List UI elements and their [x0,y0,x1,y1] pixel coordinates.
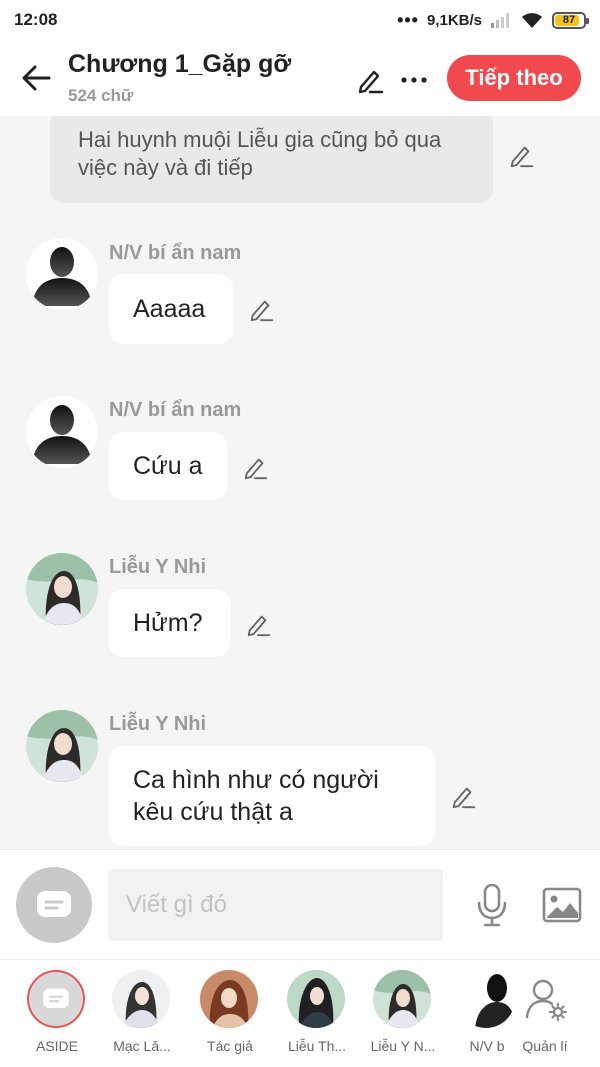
character-author[interactable]: Tác giả [190,970,270,1062]
edit-message-button[interactable] [446,779,480,813]
edit-message-button[interactable] [244,292,278,326]
character-label: Liễu Th... [287,1038,347,1054]
character-label: Liễu Y N... [370,1038,436,1054]
chapter-title: Chương 1_Gặp gỡ [68,50,292,78]
character-lieu-y-nhi[interactable]: Liễu Y N... [363,970,443,1062]
word-count: 524 chữ [68,86,134,105]
message-bubble[interactable]: Ca hình như có người kêu cứu thật a [109,746,435,846]
more-button[interactable] [396,60,432,100]
edit-message-button[interactable] [238,450,272,484]
status-indicators: ••• 9,1KB/s 87 [397,10,589,30]
pencil-icon [358,70,384,94]
insert-image-button[interactable] [540,883,584,927]
chapter-header: Chương 1_Gặp gỡ 524 chữ Tiếp theo [0,40,600,116]
character-lieu-th[interactable]: Liễu Th... [277,970,357,1062]
character-label: Quản lí [522,1038,568,1054]
aside-toggle-button[interactable] [16,867,92,943]
more-notifications-icon: ••• [397,10,419,30]
character-label: Tác giả [207,1038,253,1054]
message-text: Aaaaa [133,294,206,323]
message-text-line: kêu cứu thật a [133,798,293,826]
voice-button[interactable] [470,880,514,930]
portrait-icon [112,970,170,1028]
battery-indicator: 87 [552,11,589,29]
message-text: Cứu a [133,451,203,480]
message-bubble[interactable]: Cứu a [109,432,227,500]
edit-chapter-button[interactable] [350,60,390,100]
aside-avatar [27,970,85,1028]
message-text-line: Ca hình như có người [133,766,379,794]
character-mac-la[interactable]: Mạc Lă... [102,970,182,1062]
chat-bubble-icon [37,891,71,917]
message-bubble[interactable]: Aaaaa [109,274,233,344]
status-time: 12:08 [14,10,58,29]
edit-message-button[interactable] [241,607,275,641]
back-arrow-icon [22,65,51,91]
avatar-lieu-y-nhi[interactable] [26,553,98,625]
message-input[interactable] [108,869,443,941]
manage-avatar [517,970,575,1028]
silhouette-icon [32,247,92,306]
avatar-mystery-man[interactable] [26,238,98,310]
signal-icon [491,13,509,28]
sender-name: N/V bí ẩn nam [109,399,242,421]
sender-name: N/V bí ẩn nam [109,242,242,264]
silhouette-icon [32,405,92,464]
character-avatar [200,970,258,1028]
manage-characters[interactable]: Quản lí [507,970,587,1062]
edit-narration-button[interactable] [504,138,538,172]
character-label: ASIDE [35,1038,78,1054]
portrait-icon [287,970,345,1028]
portrait-icon [373,970,431,1028]
character-bar: ASIDE Mạc Lă... Tác giả Liễu Th... Liễu … [0,959,600,1067]
character-avatar [373,970,431,1028]
composer-bar [0,849,600,959]
avatar-mystery-man[interactable] [26,396,98,468]
message-bubble[interactable]: Hửm? [109,589,230,657]
avatar-lieu-y-nhi[interactable] [26,710,98,782]
microphone-icon [477,883,507,927]
message-text: Hửm? [133,608,203,637]
wifi-icon [522,13,542,28]
more-icon [401,77,427,83]
portrait-icon [26,710,98,782]
user-settings-icon [525,979,568,1022]
character-label: Mạc Lă... [113,1038,171,1054]
pencil-icon [247,615,271,637]
pencil-icon [510,146,534,168]
status-bar: 12:08 ••• 9,1KB/s 87 [0,0,600,40]
pencil-icon [244,458,268,480]
next-chapter-button[interactable]: Tiếp theo [447,55,581,101]
character-avatar [112,970,170,1028]
portrait-icon [26,553,98,625]
portrait-icon [200,970,258,1028]
pencil-icon [250,300,274,322]
chat-area[interactable]: Hai huynh muội Liễu gia cũng bỏ qua việc… [0,116,600,849]
battery-level: 87 [562,14,576,26]
sender-name: Liễu Y Nhi [109,713,207,735]
chat-bubble-icon [43,988,69,1008]
character-aside[interactable]: ASIDE [17,970,97,1062]
network-speed: 9,1KB/s [426,11,482,29]
sender-name: Liễu Y Nhi [109,556,207,578]
image-icon [542,887,582,923]
character-avatar [287,970,345,1028]
narration-bubble[interactable]: Hai huynh muội Liễu gia cũng bỏ qua việc… [50,116,493,203]
back-button[interactable] [14,56,58,100]
pencil-icon [452,787,476,809]
